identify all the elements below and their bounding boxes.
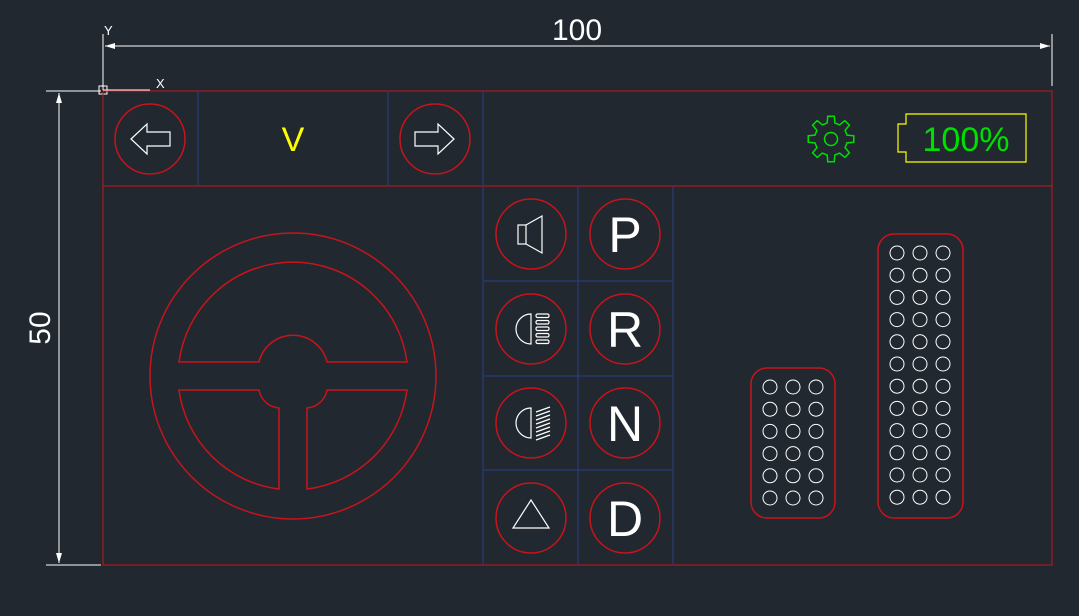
accelerator-grip-hole — [912, 334, 928, 350]
x-axis-label: X — [156, 76, 165, 91]
steering-wheel[interactable] — [149, 232, 437, 520]
gear-label-d: D — [607, 491, 643, 547]
accelerator-grip-hole — [889, 467, 905, 483]
brake-grip-hole — [785, 446, 801, 462]
brake-grip-hole — [785, 423, 801, 439]
accelerator-grip-hole — [935, 334, 951, 350]
gear-button-n[interactable]: N — [589, 387, 661, 459]
horn-button[interactable] — [495, 198, 567, 270]
accelerator-grip-hole — [935, 489, 951, 505]
accelerator-grip-hole — [912, 400, 928, 416]
turn-left-button[interactable] — [114, 103, 186, 175]
height-dimension: 50 — [24, 90, 101, 566]
gear-button-d[interactable]: D — [589, 482, 661, 554]
accelerator-grip-hole — [889, 245, 905, 261]
gear-label-n: N — [607, 396, 643, 452]
brake-grip-hole — [808, 468, 824, 484]
turn-right-button[interactable] — [399, 103, 471, 175]
ucs-axis-icon: Y X — [98, 23, 165, 95]
accelerator-pedal[interactable] — [877, 233, 964, 519]
battery-level-label: 100% — [923, 121, 1010, 159]
accelerator-grip-hole — [889, 267, 905, 283]
accelerator-grip-hole — [912, 267, 928, 283]
accelerator-grip-hole — [889, 356, 905, 372]
gear-icon — [807, 115, 855, 163]
y-axis-label: Y — [104, 23, 113, 38]
accelerator-grip-hole — [935, 267, 951, 283]
accelerator-grip-hole — [889, 334, 905, 350]
accelerator-grip-hole — [889, 445, 905, 461]
brake-pedal[interactable] — [750, 367, 836, 519]
accelerator-grip-hole — [889, 289, 905, 305]
brake-grip-hole — [808, 401, 824, 417]
accelerator-grip-hole — [935, 312, 951, 328]
accelerator-grip-hole — [935, 289, 951, 305]
accelerator-grip-hole — [912, 312, 928, 328]
brake-grip-hole — [762, 401, 778, 417]
accelerator-grip-hole — [935, 400, 951, 416]
layout-grid — [197, 92, 674, 564]
brake-grip-hole — [785, 468, 801, 484]
brake-grip-hole — [808, 423, 824, 439]
hazard-icon — [511, 498, 551, 529]
high-beam-button[interactable] — [495, 387, 567, 459]
battery-indicator: 100% — [897, 113, 1027, 163]
gear-button-p[interactable]: P — [589, 198, 661, 270]
brake-grip-hole — [808, 379, 824, 395]
low-beam-button[interactable] — [495, 293, 567, 365]
brake-grip-hole — [762, 446, 778, 462]
brake-grip-hole — [808, 490, 824, 506]
accelerator-grip-hole — [889, 312, 905, 328]
right-arrow-icon — [414, 122, 455, 156]
gear-label-r: R — [607, 302, 643, 358]
gear-label-p: P — [608, 207, 641, 263]
accelerator-grip-hole — [935, 423, 951, 439]
left-arrow-icon — [130, 122, 171, 156]
dashboard-drawing: Y X 100 50 V 100% P R N D — [24, 14, 1053, 566]
accelerator-grip-hole — [935, 356, 951, 372]
accelerator-grip-hole — [912, 378, 928, 394]
accelerator-grip-hole — [935, 445, 951, 461]
hazard-button[interactable] — [495, 482, 567, 554]
accelerator-grip-hole — [935, 378, 951, 394]
accelerator-grip-hole — [912, 423, 928, 439]
settings-button[interactable] — [807, 115, 855, 163]
horn-icon — [517, 214, 543, 255]
brake-grip-hole — [762, 379, 778, 395]
high-beam-icon — [515, 406, 551, 441]
brake-grip-hole — [762, 468, 778, 484]
accelerator-grip-hole — [935, 467, 951, 483]
brake-grip-hole — [808, 446, 824, 462]
accelerator-grip-hole — [935, 245, 951, 261]
accelerator-grip-hole — [889, 400, 905, 416]
brake-grip-hole — [762, 490, 778, 506]
accelerator-grip-hole — [912, 289, 928, 305]
accelerator-grip-hole — [912, 245, 928, 261]
speed-label: V — [282, 121, 305, 159]
width-dimension-label: 100 — [552, 14, 602, 47]
height-dimension-label: 50 — [24, 311, 57, 344]
accelerator-grip-hole — [912, 467, 928, 483]
accelerator-grip-hole — [889, 378, 905, 394]
brake-grip-hole — [762, 423, 778, 439]
accelerator-grip-hole — [889, 423, 905, 439]
low-beam-icon — [515, 313, 550, 345]
accelerator-grip-hole — [912, 445, 928, 461]
accelerator-grip-hole — [889, 489, 905, 505]
gear-button-r[interactable]: R — [589, 293, 661, 365]
brake-grip-hole — [785, 379, 801, 395]
width-dimension: 100 — [102, 14, 1053, 86]
brake-grip-hole — [785, 401, 801, 417]
brake-grip-hole — [785, 490, 801, 506]
accelerator-grip-hole — [912, 489, 928, 505]
accelerator-grip-hole — [912, 356, 928, 372]
